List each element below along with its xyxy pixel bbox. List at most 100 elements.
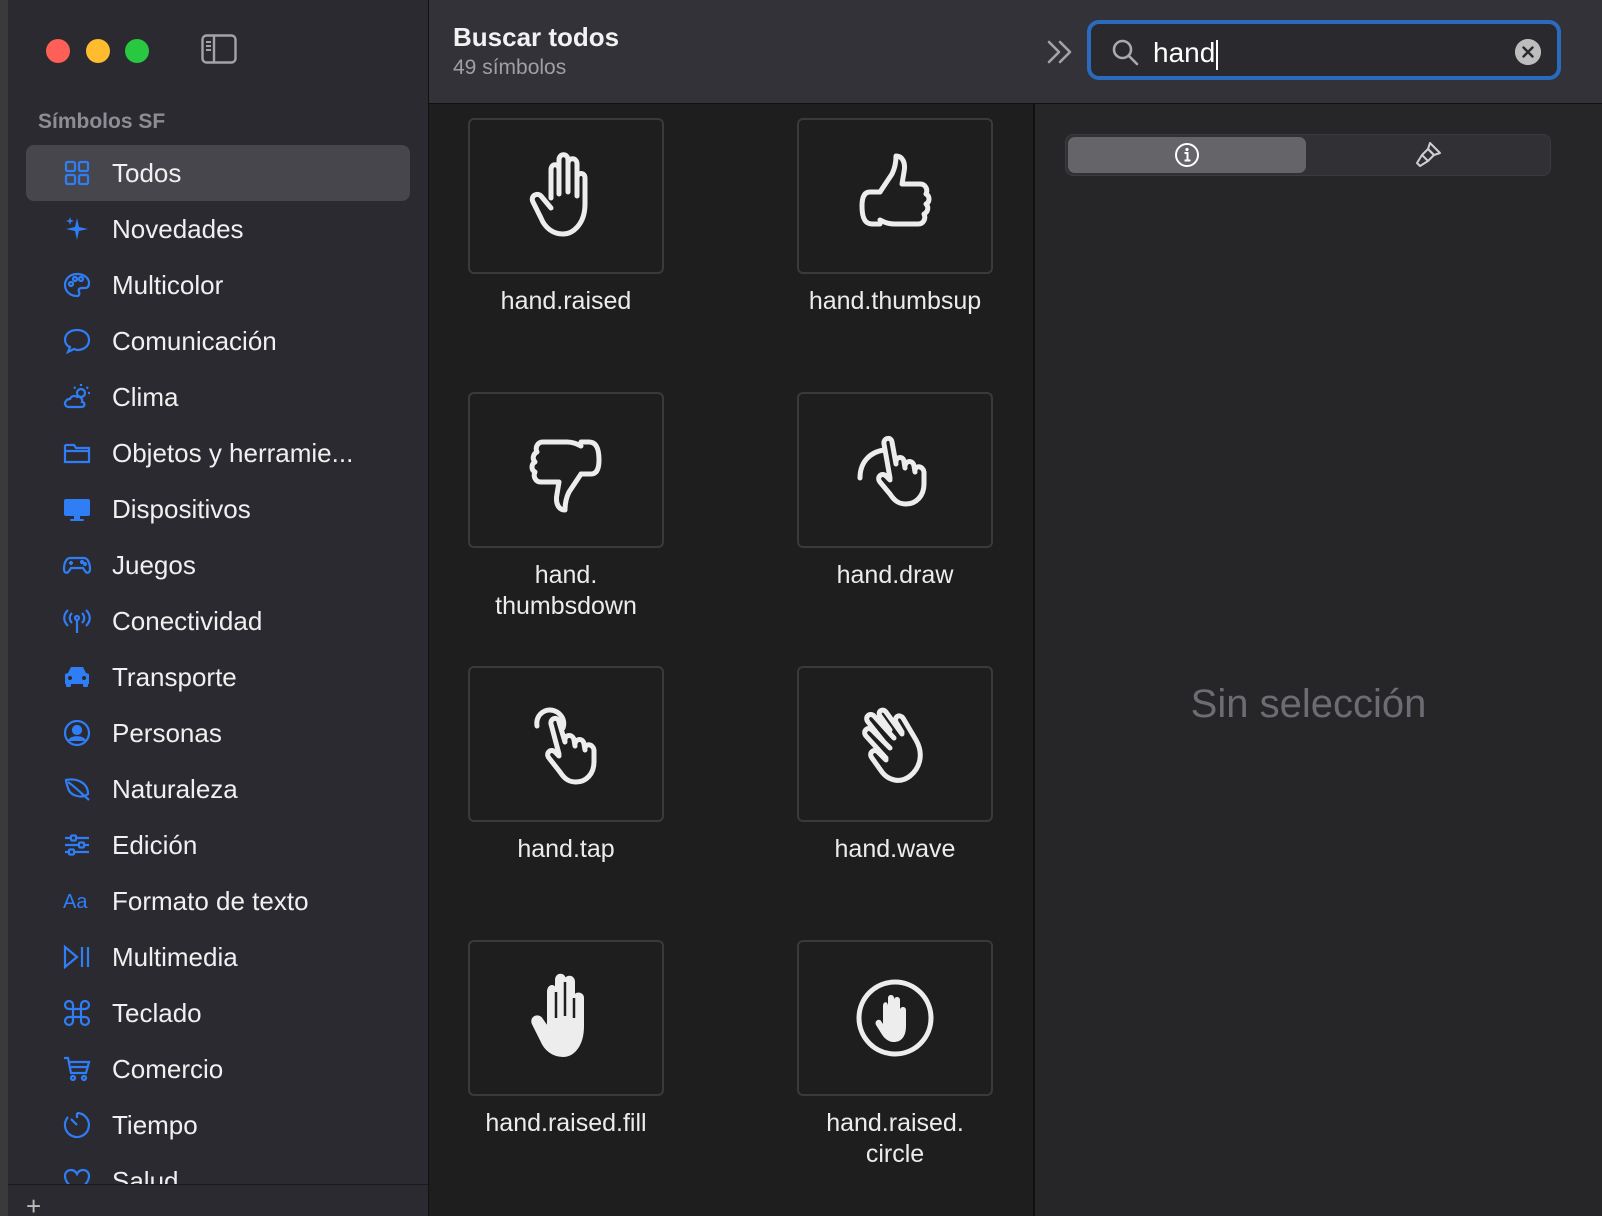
hand-wave-icon	[862, 707, 923, 783]
minimize-window-button[interactable]	[86, 39, 110, 63]
sidebar-item-teclado[interactable]: Teclado	[26, 985, 410, 1041]
symbol-name: hand.tap	[517, 835, 615, 863]
symbol-preview	[468, 118, 664, 274]
sidebar-item-label: Naturaleza	[112, 773, 238, 804]
sidebar-item-clima[interactable]: Clima	[26, 369, 410, 425]
hand-draw-icon	[857, 435, 927, 507]
close-window-button[interactable]	[46, 39, 70, 63]
chevron-double-right-icon[interactable]	[1043, 36, 1077, 68]
sidebar-item-conectividad[interactable]: Conectividad	[26, 593, 410, 649]
person-circle-icon	[60, 716, 94, 750]
sidebar-item-juegos[interactable]: Juegos	[26, 537, 410, 593]
sidebar-item-transporte[interactable]: Transporte	[26, 649, 410, 705]
sidebar-item-label: Comunicación	[112, 325, 277, 356]
add-collection-button[interactable]: +	[26, 1191, 41, 1216]
symbol-tile-hand-tap[interactable]: hand.tap	[468, 666, 664, 865]
sidebar-item-personas[interactable]: Personas	[26, 705, 410, 761]
sidebar-item-label: Personas	[112, 717, 222, 748]
zoom-window-button[interactable]	[125, 39, 149, 63]
gamecontroller-icon	[60, 548, 94, 582]
symbol-preview	[797, 940, 993, 1096]
clear-search-icon[interactable]	[1515, 39, 1541, 65]
sidebar-item-label: Comercio	[112, 1053, 224, 1084]
symbol-preview	[468, 392, 664, 548]
symbol-tile-hand-raised[interactable]: hand.raised	[468, 118, 664, 317]
car-icon	[60, 660, 94, 694]
sidebar-item-label: Objetos y herramie...	[112, 437, 354, 468]
hand-raised-circle-icon	[856, 979, 934, 1057]
play-pause-icon	[60, 940, 94, 974]
sidebar-item-formato-texto[interactable]: Aa Formato de texto	[26, 873, 410, 929]
sidebar-item-multicolor[interactable]: Multicolor	[26, 257, 410, 313]
grid-icon	[60, 156, 94, 190]
sidebar-item-dispositivos[interactable]: Dispositivos	[26, 481, 410, 537]
text-caret	[1216, 39, 1219, 70]
symbol-preview	[468, 940, 664, 1096]
sidebar-item-label: Juegos	[112, 549, 196, 580]
sidebar-item-label: Novedades	[112, 213, 244, 244]
cloud-sun-icon	[60, 380, 94, 414]
sidebar-item-label: Multicolor	[112, 269, 224, 300]
sidebar-item-label: Conectividad	[112, 605, 263, 636]
symbol-preview	[797, 392, 993, 548]
desktop-edge	[0, 0, 8, 1216]
sidebar-item-tiempo[interactable]: Tiempo	[26, 1097, 410, 1153]
folder-icon	[60, 436, 94, 470]
no-selection-label: Sin selección	[1190, 682, 1427, 726]
search-input[interactable]: hand	[1153, 37, 1219, 70]
symbol-name: hand.draw	[836, 561, 954, 589]
symbol-name: hand.wave	[834, 835, 956, 863]
sidebar-item-label: Todos	[112, 157, 182, 188]
symbol-count: 49 símbolos	[453, 56, 567, 79]
sparkles-icon	[60, 212, 94, 246]
toolbar: Buscar todos 49 símbolos hand	[429, 0, 1602, 104]
info-tab[interactable]	[1068, 137, 1306, 173]
hand-thumbsup-icon	[859, 153, 932, 227]
sidebar-item-naturaleza[interactable]: Naturaleza	[26, 761, 410, 817]
sidebar-item-multimedia[interactable]: Multimedia	[26, 929, 410, 985]
symbol-grid: hand.raised hand.thumbsup hand. thumbsdo…	[429, 104, 1033, 1216]
symbol-tile-hand-thumbsdown[interactable]: hand. thumbsdown	[468, 392, 664, 622]
inspector-segmented-control	[1065, 134, 1551, 176]
antenna-icon	[60, 604, 94, 638]
sidebar-item-comercio[interactable]: Comercio	[26, 1041, 410, 1097]
symbol-tile-hand-draw[interactable]: hand.draw	[797, 392, 993, 591]
sliders-icon	[60, 828, 94, 862]
desktop-computer-icon	[60, 492, 94, 526]
sidebar-toggle-icon[interactable]	[201, 34, 237, 64]
search-field[interactable]: hand	[1087, 20, 1561, 80]
symbol-tile-hand-raised-circle[interactable]: hand.raised. circle	[797, 940, 993, 1170]
paintbrush-icon	[1416, 142, 1441, 167]
sidebar-item-edicion[interactable]: Edición	[26, 817, 410, 873]
rendering-tab[interactable]	[1308, 137, 1548, 173]
cart-icon	[60, 1052, 94, 1086]
sidebar-item-comunicacion[interactable]: Comunicación	[26, 313, 410, 369]
hand-raised-fill-icon	[531, 973, 584, 1057]
command-icon	[60, 996, 94, 1030]
hand-tap-icon	[534, 707, 597, 785]
paintpalette-icon	[60, 268, 94, 302]
symbol-tile-hand-thumbsup[interactable]: hand.thumbsup	[797, 118, 993, 317]
sidebar: Símbolos SF Todos Novedades Multicolor C…	[8, 0, 429, 1216]
timer-icon	[60, 1108, 94, 1142]
info-circle-icon	[1175, 143, 1199, 167]
sidebar-bottom-bar: +	[8, 1184, 428, 1216]
hand-thumbsdown-icon	[529, 439, 602, 513]
symbol-tile-hand-wave[interactable]: hand.wave	[797, 666, 993, 865]
symbol-tile-hand-raised-fill[interactable]: hand.raised.fill	[468, 940, 664, 1139]
hand-raised-icon	[529, 152, 588, 237]
inspector-panel: Sin selección	[1035, 104, 1602, 1216]
symbol-preview	[797, 118, 993, 274]
leaf-icon	[60, 772, 94, 806]
sidebar-item-todos[interactable]: Todos	[26, 145, 410, 201]
page-title: Buscar todos	[453, 22, 620, 52]
sidebar-item-novedades[interactable]: Novedades	[26, 201, 410, 257]
sidebar-item-label: Teclado	[112, 997, 202, 1028]
symbol-name: hand.thumbsup	[808, 287, 982, 315]
textformat-icon: Aa	[60, 884, 94, 918]
symbol-name: hand.raised. circle	[826, 1109, 964, 1168]
sidebar-list: Todos Novedades Multicolor Comunicación	[26, 145, 410, 1209]
sidebar-item-objetos[interactable]: Objetos y herramie...	[26, 425, 410, 481]
sf-symbols-window: Símbolos SF Todos Novedades Multicolor C…	[8, 0, 1602, 1216]
sidebar-item-label: Tiempo	[112, 1109, 198, 1140]
